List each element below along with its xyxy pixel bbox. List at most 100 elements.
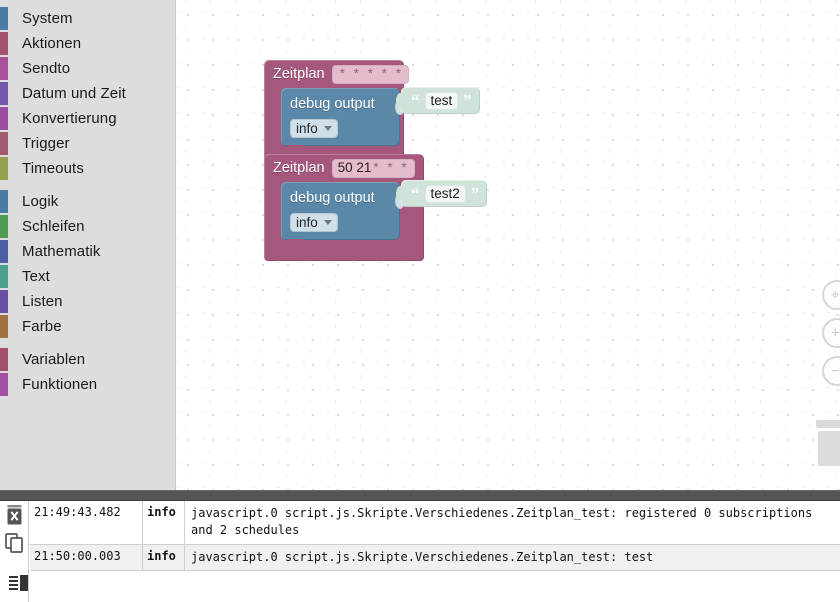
toolbox-category-mathematik[interactable]: Mathematik [0,239,175,264]
schedule-block-header: Zeitplan 50 21 * * * [264,154,424,182]
debug-output-header: debug output [281,92,400,116]
log-timestamp: 21:50:00.003 [30,544,143,571]
category-color-swatch [0,240,8,263]
zoom-in-icon: + [831,324,840,342]
output-plug [396,93,405,108]
debug-output-header: debug output [281,186,400,210]
toolbox-category-text[interactable]: Text [0,264,175,289]
log-message: javascript.0 script.js.Skripte.Verschied… [191,549,654,564]
toolbox-category-label: Aktionen [22,35,82,52]
severity-dropdown[interactable]: info [290,213,338,232]
text-string-block[interactable]: “ test2 ” [396,180,488,207]
schedule-block-statement-slot[interactable]: debug output info [281,182,405,240]
category-color-swatch [0,82,8,105]
toolbox-category-label: Trigger [22,135,70,152]
debug-output-label: debug output [290,95,375,112]
toolbox-category-label: Timeouts [22,160,84,177]
category-color-swatch [0,190,8,213]
toolbox-category-logik[interactable]: Logik [0,189,175,214]
toolbox-category-label: Listen [22,293,63,310]
quote-open-icon: “ [411,91,420,110]
toolbox-category-label: Funktionen [22,376,98,393]
category-color-swatch [0,7,8,30]
log-toolbar [0,501,29,602]
quote-close-icon: ” [470,184,480,203]
severity-dropdown[interactable]: info [290,119,338,138]
schedule-block-header: Zeitplan * * * * * [264,60,410,88]
toolbox-category-listen[interactable]: Listen [0,289,175,314]
blockly-workspace[interactable]: Zeitplan * * * * * debug output info “ t… [177,0,840,490]
toolbox-category-label: Farbe [22,318,62,335]
category-color-swatch [0,157,8,180]
toolbox-category-system[interactable]: System [0,6,175,31]
category-color-swatch [0,265,8,288]
toolbox-category-timeouts[interactable]: Timeouts [0,156,175,181]
zoom-reset-icon: ⌖ [831,286,840,304]
toolbox-category-sendto[interactable]: Sendto [0,56,175,81]
category-color-swatch [0,215,8,238]
toolbox-group-separator [0,339,175,347]
category-color-swatch [0,57,8,80]
cron-field[interactable]: * * * * * [331,64,410,84]
debug-output-label: debug output [290,189,375,206]
toolbox-category-label: Schleifen [22,218,85,235]
category-color-swatch [0,290,8,313]
debug-output-block[interactable]: debug output info [281,182,405,240]
schedule-block[interactable]: Zeitplan * * * * * debug output info [264,60,410,167]
text-value-field[interactable]: test [424,91,459,110]
schedule-block-spine [264,88,281,146]
log-panel: 21:49:43.482 info javascript.0 script.js.S… [0,501,840,602]
log-settings-button[interactable] [4,570,28,594]
schedule-block[interactable]: Zeitplan 50 21 * * * debug output info [264,154,424,261]
panel-splitter[interactable] [0,490,840,501]
cron-field[interactable]: 50 21 * * * [331,158,416,178]
toolbox-category-farbe[interactable]: Farbe [0,314,175,339]
category-color-swatch [0,32,8,55]
text-value-field[interactable]: test2 [424,184,466,203]
toolbox-category-label: Text [22,268,50,285]
schedule-block-statement-slot[interactable]: debug output info [281,88,405,146]
cron-stars: * * * * * [339,66,404,82]
toolbox-group-separator [0,181,175,189]
toolbox-category-schleifen[interactable]: Schleifen [0,214,175,239]
text-string-block[interactable]: “ test ” [396,87,480,114]
log-severity: info [143,501,185,544]
chevron-down-icon [323,220,332,225]
severity-dropdown-value: info [296,120,318,136]
toolbox-category-label: System [22,10,73,27]
toolbox-category-datum-und-zeit[interactable]: Datum und Zeit [0,81,175,106]
schedule-block-spine [264,182,281,240]
blockly-script-editor: System Aktionen Sendto Datum und Zeit Konver… [0,0,840,602]
schedule-block-foot [264,239,424,261]
cron-stars: * * * [373,160,410,176]
category-color-swatch [0,373,8,396]
copy-log-button[interactable] [4,531,25,555]
category-color-swatch [0,315,8,338]
toolbox-category-label: Sendto [22,60,71,77]
trash-can[interactable] [816,420,840,466]
debug-output-block[interactable]: debug output info [281,88,405,146]
log-table: 21:49:43.482 info javascript.0 script.js.S… [30,501,840,602]
toolbox-category-label: Logik [22,193,59,210]
category-color-swatch [0,348,8,371]
trash-can-body-icon [818,431,840,466]
toolbox-category-konvertierung[interactable]: Konvertierung [0,106,175,131]
toolbox-category-variablen[interactable]: Variablen [0,347,175,372]
toolbox-sidebar: System Aktionen Sendto Datum und Zeit Konver… [0,0,176,490]
toolbox-category-label: Mathematik [22,243,101,260]
cron-numbers: 50 21 [337,160,372,176]
toolbox-category-aktionen[interactable]: Aktionen [0,31,175,56]
log-timestamp: 21:49:43.482 [30,501,143,544]
toolbox-category-funktionen[interactable]: Funktionen [0,372,175,397]
schedule-block-title: Zeitplan [273,159,325,176]
log-severity: info [143,544,185,571]
log-row[interactable]: 21:49:43.482 info javascript.0 script.js.S… [30,501,840,545]
log-row[interactable]: 21:50:00.003 info javascript.0 script.js.S… [30,544,840,572]
trash-can-lid-icon [816,420,840,428]
zoom-out-icon: − [831,362,840,380]
clear-log-button[interactable] [4,504,25,528]
log-message: javascript.0 script.js.Skripte.Verschied… [191,506,813,538]
toolbox-category-label: Datum und Zeit [22,85,126,102]
category-color-swatch [0,132,8,155]
toolbox-category-trigger[interactable]: Trigger [0,131,175,156]
